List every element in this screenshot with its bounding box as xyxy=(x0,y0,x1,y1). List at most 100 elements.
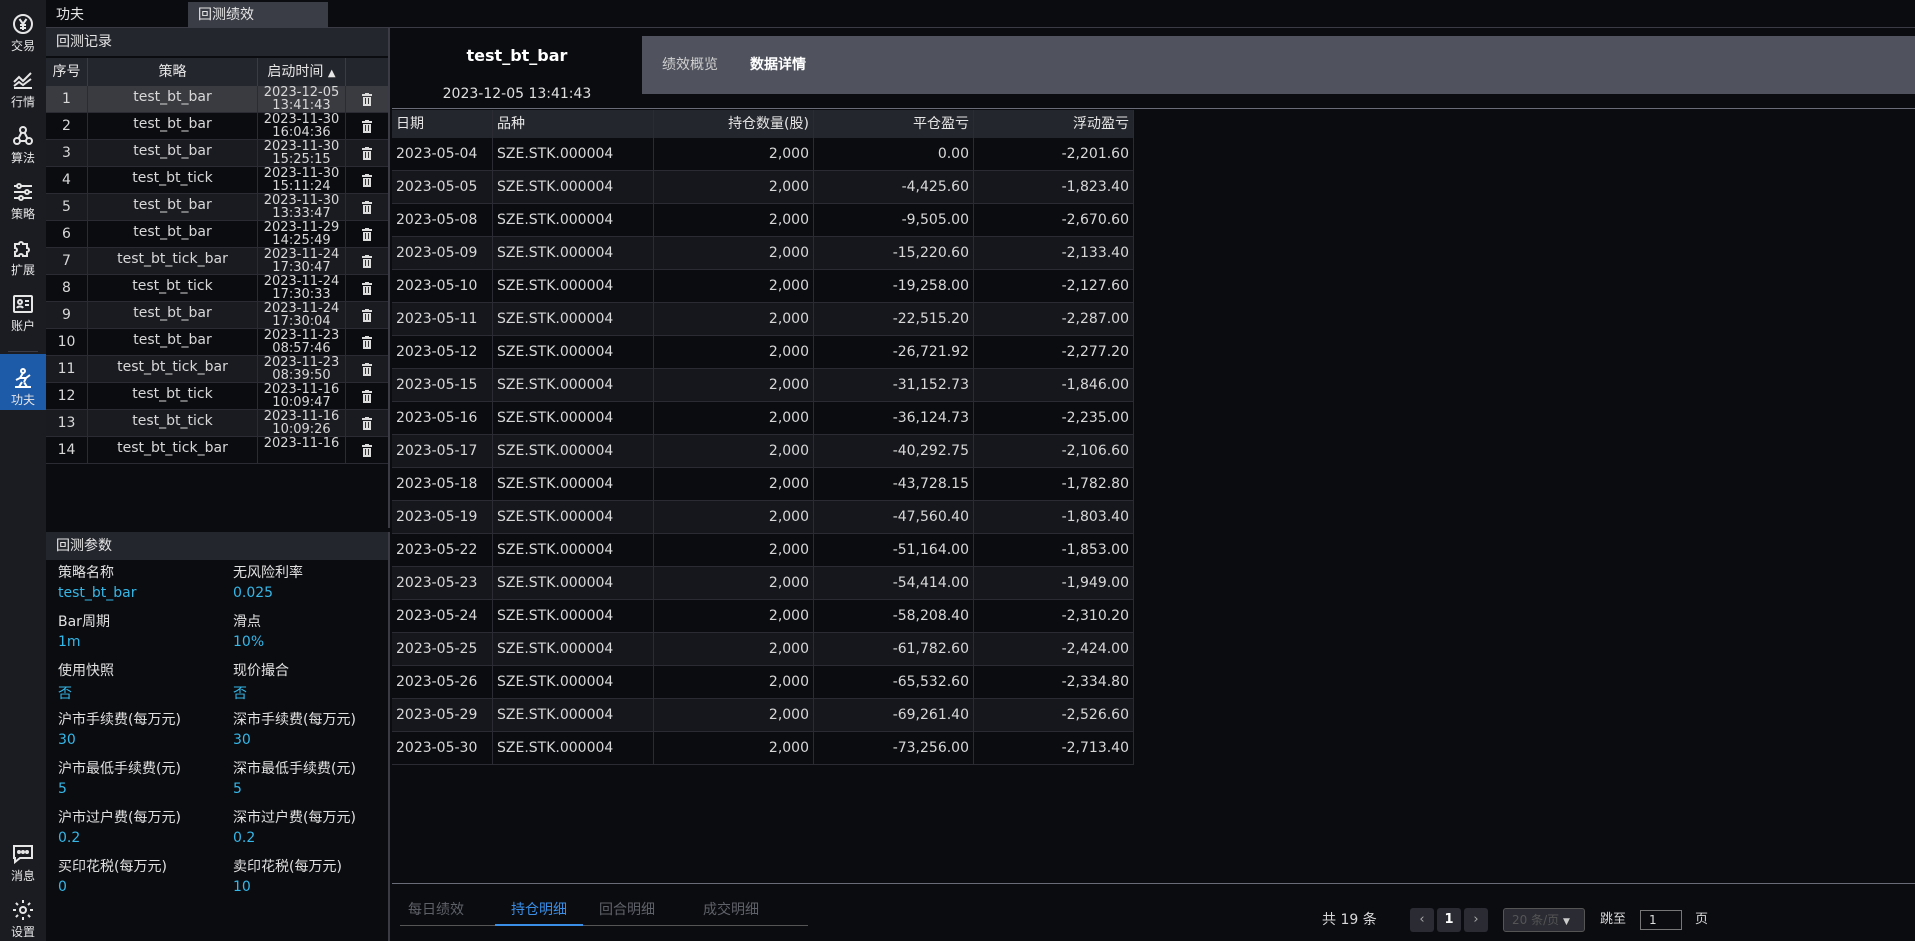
delete-record-button[interactable] xyxy=(346,248,388,275)
table-row[interactable]: 2023-05-15 SZE.STK.000004 2,000 -31,152.73-… xyxy=(392,369,1134,402)
current-page[interactable]: 1 xyxy=(1437,908,1461,932)
tab-round-details[interactable]: 回合明细 xyxy=(599,894,655,926)
table-row[interactable]: 2023-05-23 SZE.STK.000004 2,000 -54,414.00-… xyxy=(392,567,1134,600)
table-row[interactable]: 11 test_bt_tick_bar 2023-11-23 08:39:50 xyxy=(46,356,388,383)
table-row[interactable]: 14 test_bt_tick_bar 2023-11-16 xyxy=(46,437,388,464)
table-row[interactable]: 3 test_bt_bar 2023-11-30 15:25:15 xyxy=(46,140,388,167)
cell-date: 2023-05-29 xyxy=(392,699,493,732)
table-row[interactable]: 12 test_bt_tick 2023-11-16 10:09:47 xyxy=(46,383,388,410)
table-row[interactable]: 6 test_bt_bar 2023-11-29 14:25:49 xyxy=(46,221,388,248)
param-value: 0.2 xyxy=(58,830,81,846)
record-time: 17:30:04 xyxy=(272,314,331,329)
id-card-icon xyxy=(13,295,33,313)
table-row[interactable]: 2023-05-08 SZE.STK.000004 2,000 -9,505.00 -2… xyxy=(392,204,1134,237)
table-row[interactable]: 2023-05-11 SZE.STK.000004 2,000 -22,515.20-… xyxy=(392,303,1134,336)
delete-record-button[interactable] xyxy=(346,275,388,302)
delete-record-button[interactable] xyxy=(346,437,388,464)
tab-daily-performance[interactable]: 每日绩效 xyxy=(408,894,464,926)
cell-position-qty: 2,000 xyxy=(654,237,814,270)
yen-circle-icon xyxy=(13,14,33,34)
delete-record-button[interactable] xyxy=(346,356,388,383)
delete-record-button[interactable] xyxy=(346,167,388,194)
record-no: 4 xyxy=(46,167,88,194)
table-row[interactable]: 2023-05-12 SZE.STK.000004 2,000 -26,721.92-… xyxy=(392,336,1134,369)
nav-trade[interactable]: 交易 xyxy=(0,0,46,54)
cell-floating-pnl: -2,526.60 xyxy=(974,699,1134,732)
table-row[interactable]: 2023-05-18 SZE.STK.000004 2,000 -43,728.15-… xyxy=(392,468,1134,501)
cell-floating-pnl: -2,287.00 xyxy=(974,303,1134,336)
table-row[interactable]: 2023-05-10 SZE.STK.000004 2,000 -19,258.00-… xyxy=(392,270,1134,303)
nav-message[interactable]: 消息 xyxy=(0,830,46,884)
table-row[interactable]: 2 test_bt_bar 2023-11-30 16:04:36 xyxy=(46,113,388,140)
delete-record-button[interactable] xyxy=(346,383,388,410)
goto-page-input[interactable] xyxy=(1640,910,1682,930)
table-row[interactable]: 2023-05-22 SZE.STK.000004 2,000 -51,164.00-… xyxy=(392,534,1134,567)
cell-instrument: SZE.STK.000004 xyxy=(493,303,654,336)
record-no: 7 xyxy=(46,248,88,275)
delete-record-button[interactable] xyxy=(346,140,388,167)
cell-closed-pnl: -61,782.60 xyxy=(814,633,974,666)
delete-record-button[interactable] xyxy=(346,113,388,140)
cell-floating-pnl: -2,201.60 xyxy=(974,138,1134,171)
cell-instrument: SZE.STK.000004 xyxy=(493,567,654,600)
table-row[interactable]: 2023-05-29 SZE.STK.000004 2,000 -69,261.40-… xyxy=(392,699,1134,732)
cell-instrument: SZE.STK.000004 xyxy=(493,369,654,402)
table-row[interactable]: 2023-05-09 SZE.STK.000004 2,000 -15,220.60-… xyxy=(392,237,1134,270)
table-row[interactable]: 2023-05-16 SZE.STK.000004 2,000 -36,124.73-… xyxy=(392,402,1134,435)
next-page-button[interactable]: › xyxy=(1464,908,1488,932)
table-row[interactable]: 2023-05-17 SZE.STK.000004 2,000 -40,292.75-… xyxy=(392,435,1134,468)
tab-kungfu[interactable]: 功夫 xyxy=(46,2,186,28)
delete-record-button[interactable] xyxy=(346,410,388,437)
delete-record-button[interactable] xyxy=(346,329,388,356)
page-size-value: 20 条/页 xyxy=(1512,913,1560,927)
table-row[interactable]: 10 test_bt_bar 2023-11-23 08:57:46 xyxy=(46,329,388,356)
record-no: 2 xyxy=(46,113,88,140)
cell-position-qty: 2,000 xyxy=(654,732,814,765)
tab-data-details[interactable]: 数据详情 xyxy=(750,36,806,94)
delete-record-button[interactable] xyxy=(346,221,388,248)
tab-backtest-performance[interactable]: 回测绩效 xyxy=(188,2,328,28)
table-row[interactable]: 4 test_bt_tick 2023-11-30 15:11:24 xyxy=(46,167,388,194)
nav-strategy[interactable]: 策略 xyxy=(0,168,46,222)
table-row[interactable]: 2023-05-04 SZE.STK.000004 2,000 0.00 -2,201.… xyxy=(392,138,1134,171)
table-row[interactable]: 1 test_bt_bar 2023-12-05 13:41:43 xyxy=(46,86,388,113)
table-row[interactable]: 2023-05-26 SZE.STK.000004 2,000 -65,532.60-… xyxy=(392,666,1134,699)
table-row[interactable]: 7 test_bt_tick_bar 2023-11-24 17:30:47 xyxy=(46,248,388,275)
table-row[interactable]: 2023-05-19 SZE.STK.000004 2,000 -47,560.40-… xyxy=(392,501,1134,534)
page-size-select[interactable]: 20 条/页 ▼ xyxy=(1503,908,1585,932)
nav-settings[interactable]: 设置 xyxy=(0,886,46,940)
prev-page-button[interactable]: ‹ xyxy=(1410,908,1434,932)
cell-instrument: SZE.STK.000004 xyxy=(493,699,654,732)
param-label: 卖印花税(每万元) xyxy=(233,859,342,875)
cell-closed-pnl: -47,560.40 xyxy=(814,501,974,534)
tab-trade-details[interactable]: 成交明细 xyxy=(703,894,759,926)
table-row[interactable]: 9 test_bt_bar 2023-11-24 17:30:04 xyxy=(46,302,388,329)
nav-market[interactable]: 行情 xyxy=(0,56,46,110)
nav-kungfu[interactable]: 功夫 xyxy=(0,354,46,410)
delete-record-button[interactable] xyxy=(346,194,388,221)
table-row[interactable]: 13 test_bt_tick 2023-11-16 10:09:26 xyxy=(46,410,388,437)
sort-icon[interactable]: ▲︎ xyxy=(328,68,336,79)
param-label: 沪市手续费(每万元) xyxy=(58,712,181,728)
cell-instrument: SZE.STK.000004 xyxy=(493,336,654,369)
tab-performance-overview[interactable]: 绩效概览 xyxy=(662,36,718,94)
delete-record-button[interactable] xyxy=(346,302,388,329)
table-row[interactable]: 8 test_bt_tick 2023-11-24 17:30:33 xyxy=(46,275,388,302)
cell-date: 2023-05-25 xyxy=(392,633,493,666)
delete-record-button[interactable] xyxy=(346,86,388,113)
nav-extension[interactable]: 扩展 xyxy=(0,224,46,278)
table-row[interactable]: 2023-05-24 SZE.STK.000004 2,000 -58,208.40-… xyxy=(392,600,1134,633)
param-value: 10 xyxy=(233,879,251,895)
nav-account[interactable]: 账户 xyxy=(0,280,46,334)
col-header-start-time[interactable]: 启动时间 ▲︎ xyxy=(258,58,346,86)
table-row[interactable]: 2023-05-30 SZE.STK.000004 2,000 -73,256.00-… xyxy=(392,732,1134,765)
trash-icon xyxy=(362,389,372,403)
records-list: 1 test_bt_bar 2023-12-05 13:41:43 2 test_bt_b… xyxy=(46,86,388,528)
cell-instrument: SZE.STK.000004 xyxy=(493,270,654,303)
table-row[interactable]: 2023-05-05 SZE.STK.000004 2,000 -4,425.60 -1… xyxy=(392,171,1134,204)
tab-position-details[interactable]: 持仓明细 xyxy=(495,894,583,926)
table-row[interactable]: 5 test_bt_bar 2023-11-30 13:33:47 xyxy=(46,194,388,221)
table-row[interactable]: 2023-05-25 SZE.STK.000004 2,000 -61,782.60-… xyxy=(392,633,1134,666)
nav-algo[interactable]: 算法 xyxy=(0,112,46,166)
record-strategy: test_bt_bar xyxy=(88,329,258,356)
